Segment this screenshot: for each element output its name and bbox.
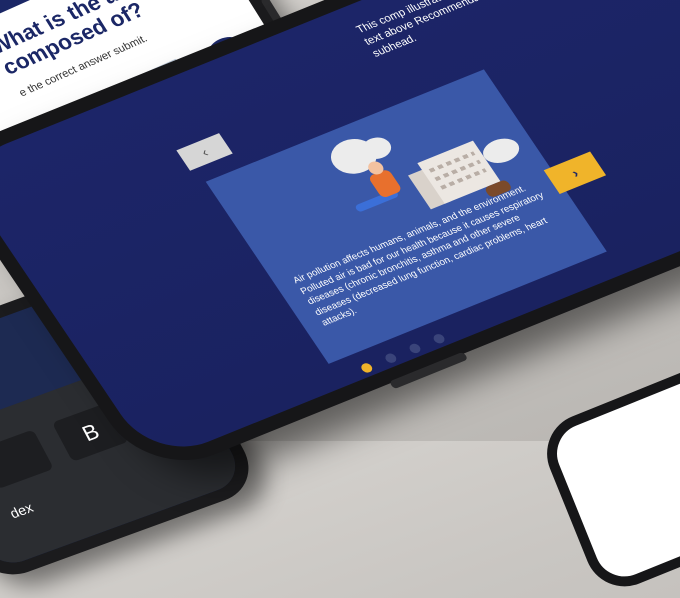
pagination-dot[interactable] <box>431 332 447 345</box>
info-card: Air pollution affects humans, animals, a… <box>205 69 607 364</box>
pagination-dot-active[interactable] <box>359 361 375 375</box>
chevron-right-icon: › <box>568 165 582 181</box>
pagination-dot[interactable] <box>383 352 399 365</box>
index-label: dex <box>7 499 36 522</box>
corner-phone <box>535 341 680 598</box>
pagination-dot[interactable] <box>407 342 423 355</box>
keyboard-key[interactable] <box>0 429 54 490</box>
info-description: This comp illustration, a full or a half… <box>354 0 576 60</box>
carousel-prev-button[interactable]: ‹ <box>176 133 233 171</box>
quiz-header-title: ise <box>8 0 53 4</box>
scene: ise What is the air composed of? e the c… <box>0 0 680 598</box>
chevron-left-icon: ‹ <box>197 144 212 160</box>
